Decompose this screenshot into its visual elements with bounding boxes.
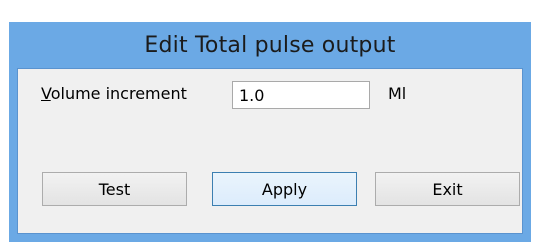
volume-label-text: olume increment [50, 84, 187, 103]
exit-button[interactable]: Exit [375, 172, 520, 206]
volume-increment-label: Volume increment [41, 84, 187, 103]
test-button[interactable]: Test [42, 172, 187, 206]
volume-label-access-key: V [41, 84, 51, 103]
volume-increment-input[interactable] [232, 81, 370, 109]
dialog-window: Edit Total pulse output [9, 22, 531, 242]
unit-label: Ml [388, 84, 407, 103]
apply-button[interactable]: Apply [212, 172, 357, 206]
dialog-title: Edit Total pulse output [144, 32, 396, 58]
